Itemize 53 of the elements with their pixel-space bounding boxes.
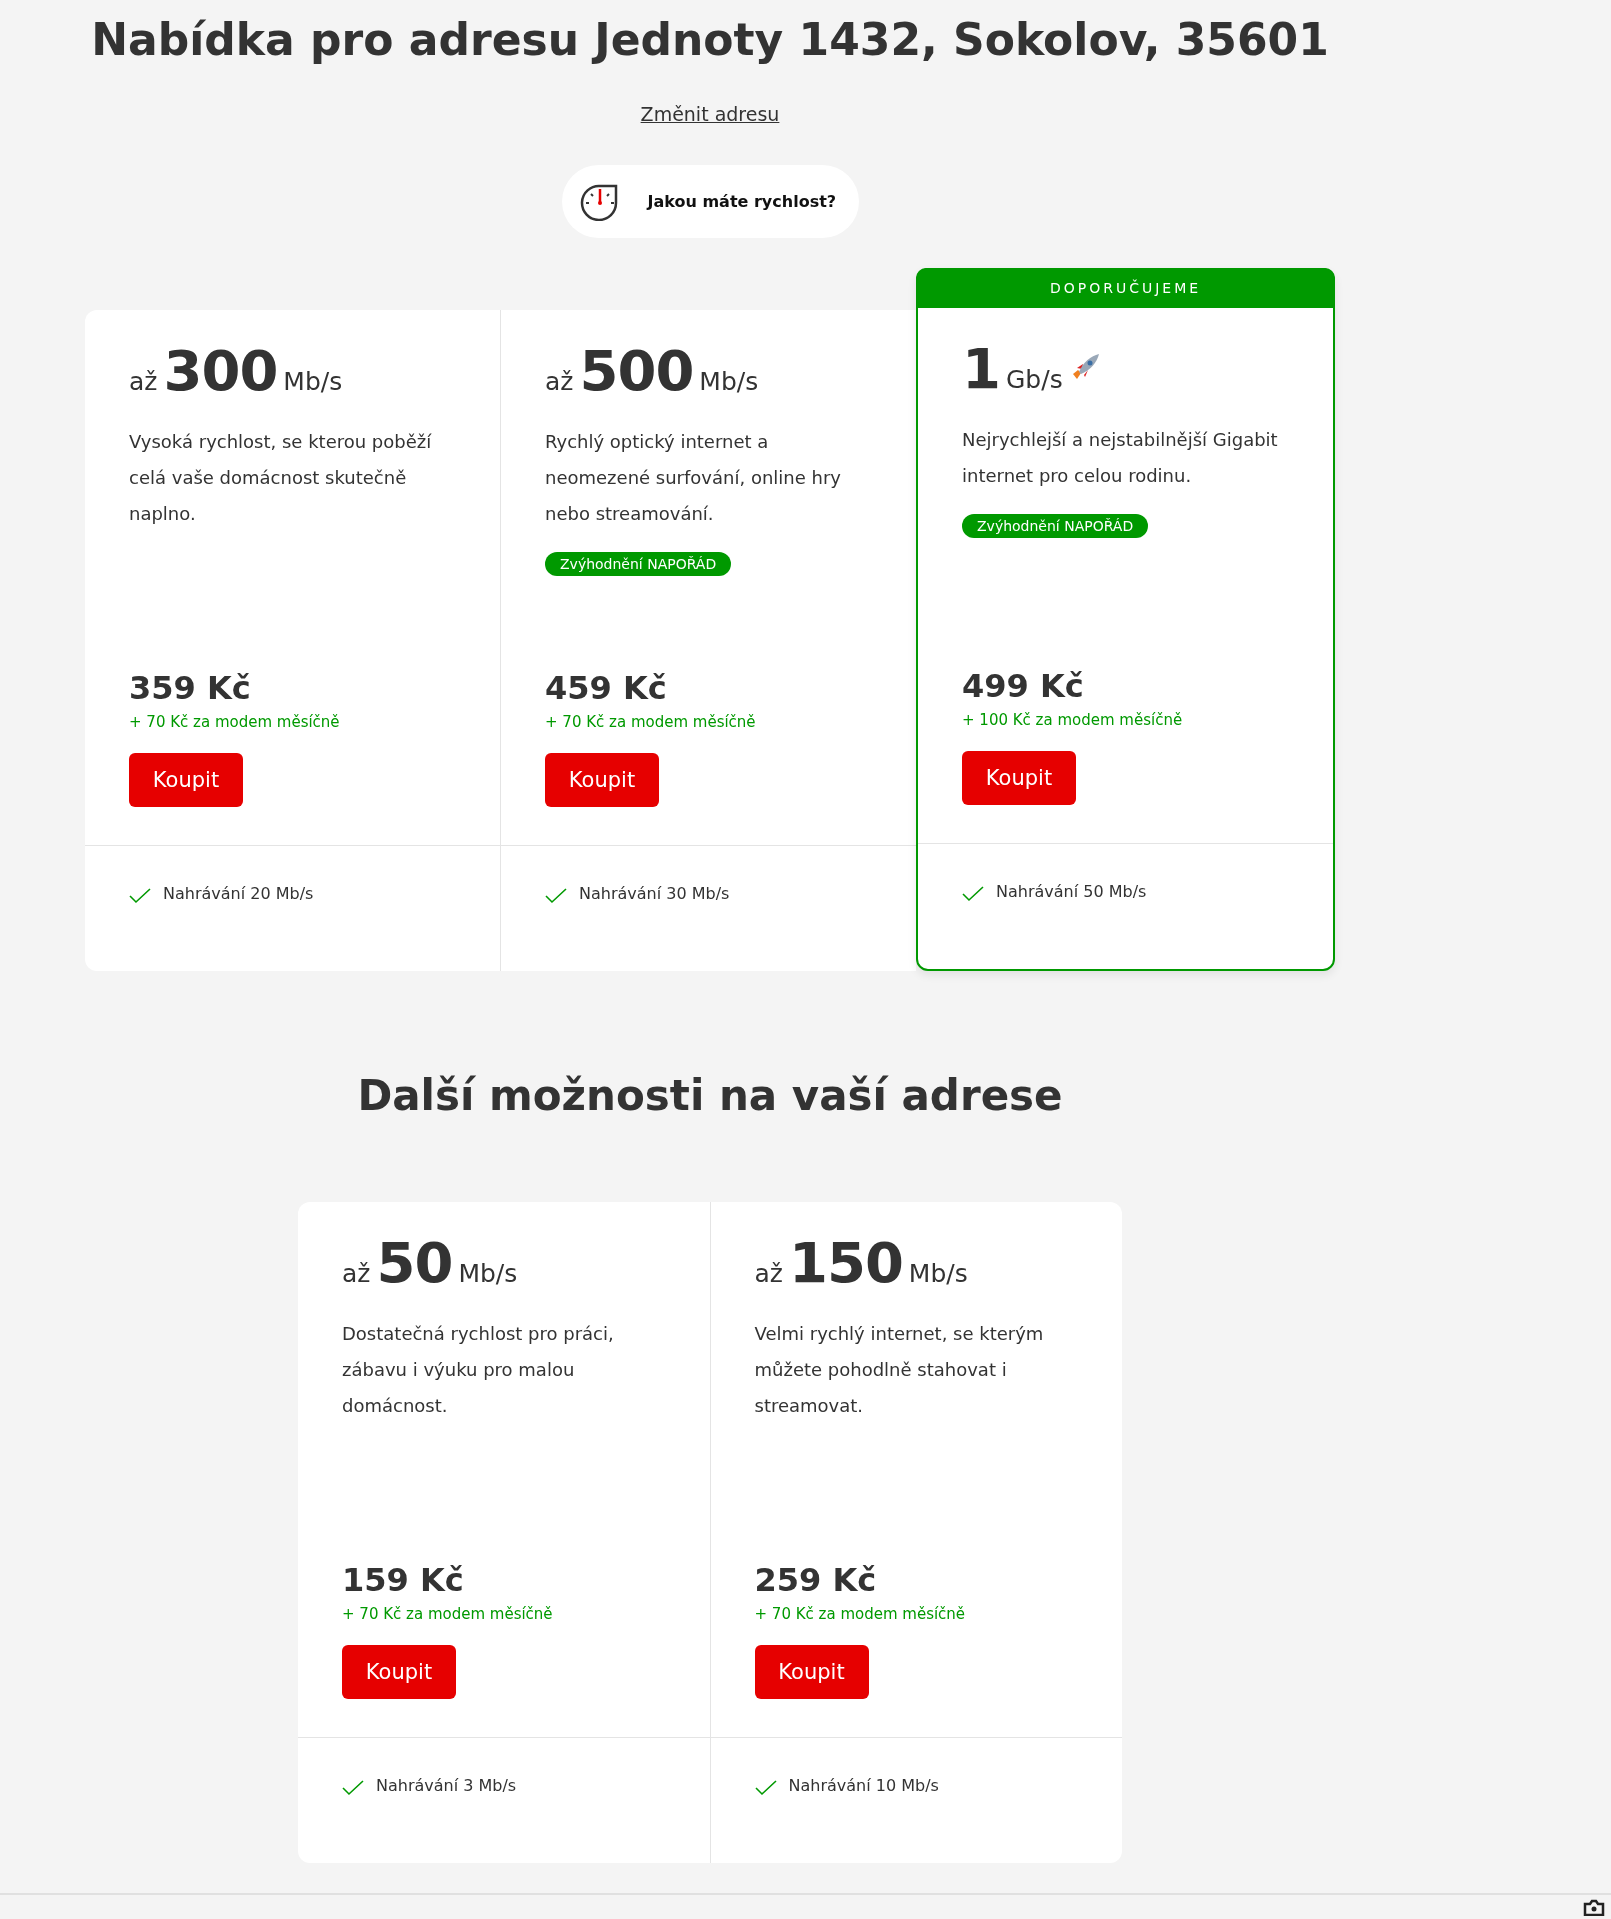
speed-unit: Mb/s — [283, 367, 343, 396]
offer-description: Nejrychlejší a nejstabilnější Gigabit internet pro celou rodinu. — [962, 428, 1279, 488]
offer-description: Velmi rychlý internet, se kterým můžete pohodlně stahovat i streamovat. — [754, 1322, 1045, 1418]
speed-unit: Gb/s — [1005, 365, 1063, 394]
section-title: Další možnosti na vaší adrese — [357, 1071, 1063, 1120]
modem-fee: + 70 Kč za modem měsíčně — [754, 1605, 967, 1623]
change-address-link[interactable]: Změnit adresu — [640, 103, 780, 125]
buy-button[interactable]: Koupit — [342, 1645, 456, 1699]
speed-prefix: až — [342, 1259, 371, 1288]
speed-prefix: až — [754, 1259, 783, 1288]
promo-tag: Zvýhodnění NAPOŘÁD — [962, 514, 1149, 538]
speed-value: 500 — [579, 338, 694, 403]
speed-value: 50 — [376, 1230, 453, 1295]
price: 159 Kč — [342, 1561, 465, 1599]
upload-speed: Nahrávání 50 Mb/s — [996, 882, 1147, 901]
speed-unit: Mb/s — [908, 1259, 968, 1288]
speedometer-icon — [579, 182, 620, 221]
camera-icon[interactable] — [1583, 1898, 1605, 1916]
check-icon — [545, 888, 567, 904]
buy-button[interactable]: Koupit — [545, 753, 659, 807]
price: 459 Kč — [545, 669, 668, 707]
modem-fee: + 70 Kč za modem měsíčně — [545, 713, 757, 731]
check-icon — [962, 886, 984, 902]
upload-speed: Nahrávání 30 Mb/s — [579, 884, 730, 903]
modem-fee: + 70 Kč za modem měsíčně — [129, 713, 341, 731]
upload-speed: Nahrávání 20 Mb/s — [163, 884, 314, 903]
speed-unit: Mb/s — [458, 1259, 518, 1288]
page-title: Nabídka pro adresu Jednoty 1432, Sokolov, 35601 — [91, 14, 1329, 65]
recommended-ribbon: DOPORUČUJEME — [916, 268, 1335, 308]
speed-prefix: až — [129, 367, 158, 396]
price: 259 Kč — [754, 1561, 878, 1599]
modem-fee: + 100 Kč za modem měsíčně — [962, 711, 1184, 729]
buy-button[interactable]: Koupit — [962, 751, 1076, 805]
speed-value: 150 — [788, 1230, 903, 1295]
upload-speed: Nahrávání 10 Mb/s — [788, 1776, 939, 1795]
modem-fee: + 70 Kč za modem měsíčně — [342, 1605, 554, 1623]
speed-prefix: až — [545, 367, 574, 396]
speed-test-button[interactable]: Jakou máte rychlost? — [561, 165, 859, 238]
check-icon — [754, 1780, 777, 1796]
price: 499 Kč — [962, 667, 1085, 705]
buy-button[interactable]: Koupit — [129, 753, 243, 807]
offer-description: Vysoká rychlost, se kterou poběží celá vaše domácnost skutečně naplno. — [129, 430, 433, 526]
price: 359 Kč — [129, 669, 252, 707]
upload-speed: Nahrávání 3 Mb/s — [376, 1776, 517, 1795]
check-icon — [129, 888, 151, 904]
promo-tag: Zvýhodnění NAPOŘÁD — [545, 552, 732, 576]
offer-description: Dostatečná rychlost pro práci, zábavu i výuku pro malou domácnost. — [342, 1322, 615, 1418]
speed-unit: Mb/s — [699, 367, 759, 396]
check-icon — [342, 1780, 364, 1796]
offer-description: Rychlý optický internet a neomezené surfování, online hry nebo streamování. — [545, 430, 842, 526]
speed-value: 300 — [163, 338, 278, 403]
speed-value: 1 — [962, 336, 1000, 401]
buy-button[interactable]: Koupit — [754, 1645, 869, 1699]
